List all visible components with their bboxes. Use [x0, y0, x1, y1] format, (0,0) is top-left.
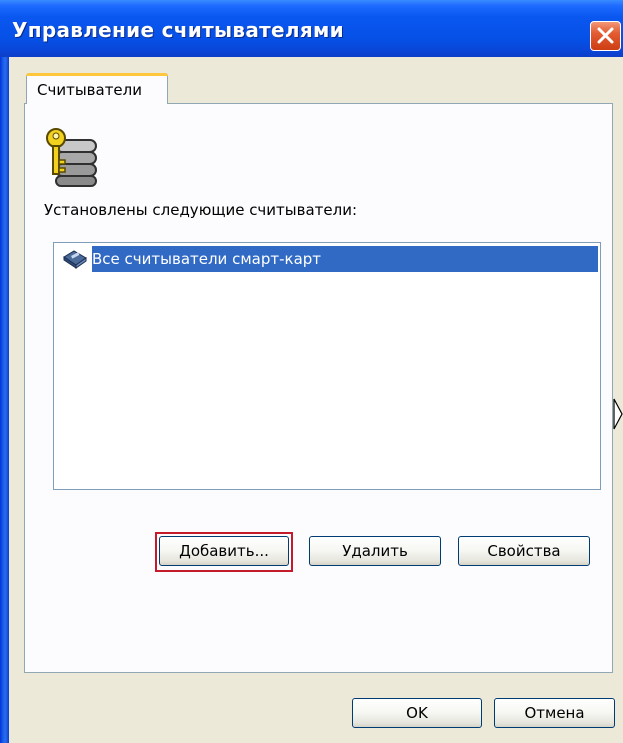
- smart-card-reader-icon: [62, 249, 88, 273]
- tab-readers[interactable]: Считыватели: [26, 73, 168, 104]
- key-and-reader-stack-icon: [42, 126, 104, 192]
- window-left-border: [0, 0, 9, 743]
- ok-button[interactable]: OK: [352, 698, 482, 728]
- add-button[interactable]: Добавить...: [159, 536, 289, 566]
- list-item-all-readers[interactable]: Все считыватели смарт-карт: [56, 246, 598, 272]
- reader-management-dialog: Управление считывателями Считыватели Уст…: [0, 0, 623, 743]
- remove-button[interactable]: Удалить: [309, 536, 441, 566]
- title-bar[interactable]: Управление считывателями: [0, 0, 623, 57]
- close-button[interactable]: [590, 21, 621, 51]
- close-icon: [597, 27, 614, 44]
- window-title: Управление считывателями: [12, 18, 344, 42]
- properties-button[interactable]: Свойства: [458, 536, 590, 566]
- cancel-button[interactable]: Отмена: [494, 698, 615, 728]
- list-item-label: Все считыватели смарт-карт: [92, 246, 598, 272]
- readers-listbox[interactable]: Все считыватели смарт-карт: [53, 242, 601, 490]
- tab-readers-label: Считыватели: [37, 81, 142, 99]
- installed-readers-label: Установлены следующие считыватели:: [44, 201, 358, 219]
- resize-arrow-icon: [613, 398, 623, 430]
